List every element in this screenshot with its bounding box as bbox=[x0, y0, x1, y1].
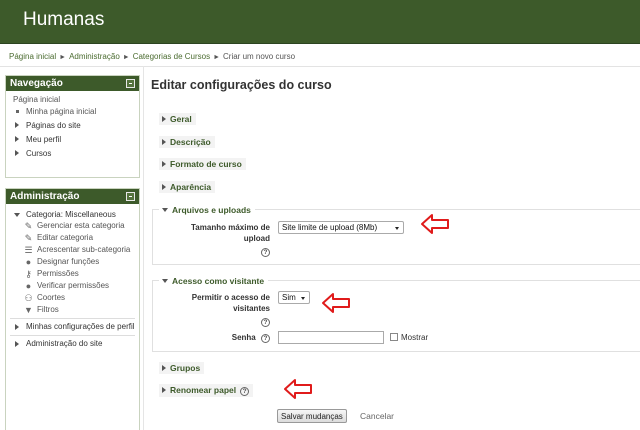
annotation-arrow-icon bbox=[322, 293, 350, 313]
section-geral[interactable]: Geral bbox=[159, 113, 196, 125]
expand-arrow-icon bbox=[162, 184, 166, 190]
guest-access-select[interactable]: Sim bbox=[278, 291, 310, 304]
admin-item-site-administration[interactable]: Administração do site bbox=[6, 339, 139, 349]
collapse-arrow-icon bbox=[162, 208, 168, 212]
breadcrumb-current: Criar um novo curso bbox=[223, 52, 296, 61]
guest-password-label: Senha ? bbox=[200, 332, 270, 343]
user-icon: ● bbox=[25, 257, 32, 267]
section-aparencia[interactable]: Aparência bbox=[159, 181, 216, 193]
site-header: Humanas bbox=[0, 0, 640, 44]
annotation-arrow-icon bbox=[421, 214, 449, 234]
admin-divider bbox=[10, 318, 135, 319]
expand-arrow-icon bbox=[162, 365, 166, 371]
admin-item-my-settings[interactable]: Minhas configurações de perfil bbox=[6, 322, 139, 332]
expand-arrow-icon bbox=[162, 116, 166, 122]
help-icon[interactable]: ? bbox=[261, 334, 270, 343]
minimize-icon[interactable] bbox=[126, 192, 135, 201]
upload-size-label: Tamanho máximo de upload ? bbox=[191, 223, 270, 257]
bullet-icon bbox=[16, 110, 19, 113]
expand-arrow-icon bbox=[15, 122, 19, 128]
minimize-icon[interactable] bbox=[126, 79, 135, 88]
expand-arrow-icon bbox=[15, 341, 19, 347]
expand-arrow-icon bbox=[15, 324, 19, 330]
collapse-arrow-icon bbox=[14, 213, 20, 217]
admin-item-edit-category[interactable]: ✎ Editar categoria bbox=[6, 233, 139, 243]
navigation-block-header: Navegação bbox=[6, 76, 139, 91]
help-icon[interactable]: ? bbox=[261, 318, 270, 327]
pencil-icon: ✎ bbox=[24, 221, 33, 231]
cancel-link[interactable]: Cancelar bbox=[360, 411, 394, 421]
collapse-arrow-icon bbox=[162, 279, 168, 283]
navigation-block: Navegação Página inicial Minha página in… bbox=[5, 75, 140, 178]
save-changes-button[interactable]: Salvar mudanças bbox=[277, 409, 347, 423]
guest-password-input[interactable] bbox=[278, 331, 384, 344]
group-icon: ⚇ bbox=[24, 293, 33, 303]
expand-arrow-icon bbox=[162, 387, 166, 393]
administration-block-header: Administração bbox=[6, 189, 139, 204]
admin-item-assign-roles[interactable]: ● Designar funções bbox=[6, 257, 139, 267]
admin-category-node[interactable]: Categoria: Miscellaneous bbox=[6, 208, 139, 221]
nav-item-my-profile[interactable]: Meu perfil bbox=[6, 133, 139, 147]
admin-item-add-subcategory[interactable]: ☰ Acrescentar sub-categoria bbox=[6, 245, 139, 255]
edit-icon: ✎ bbox=[24, 233, 33, 243]
expand-arrow-icon bbox=[15, 150, 19, 156]
expand-arrow-icon bbox=[162, 161, 166, 167]
filter-icon: ▼ bbox=[24, 305, 33, 315]
breadcrumb-separator-icon: ► bbox=[122, 54, 130, 61]
nav-item-site-pages[interactable]: Páginas do site bbox=[6, 119, 139, 133]
navigation-block-title: Navegação bbox=[10, 78, 63, 89]
expand-arrow-icon bbox=[162, 139, 166, 145]
show-password-checkbox[interactable] bbox=[390, 333, 398, 341]
help-icon[interactable]: ? bbox=[240, 387, 250, 396]
upload-size-select[interactable]: Site limite de upload (8Mb) bbox=[278, 221, 404, 234]
breadcrumb-divider bbox=[0, 66, 640, 67]
admin-item-filters[interactable]: ▼ Filtros bbox=[6, 305, 139, 315]
section-renomear-papel[interactable]: Renomear papel? bbox=[159, 384, 254, 397]
key-icon: ⚷ bbox=[25, 269, 32, 279]
nav-home-link[interactable]: Página inicial bbox=[6, 91, 139, 105]
administration-block-title: Administração bbox=[10, 191, 80, 202]
column-divider bbox=[143, 66, 144, 430]
site-title[interactable]: Humanas bbox=[23, 9, 104, 31]
user-check-icon: ● bbox=[25, 281, 32, 291]
breadcrumb: Página inicial ► Administração ► Categorias … bbox=[9, 52, 295, 61]
nav-item-my-home[interactable]: Minha página inicial bbox=[6, 105, 139, 119]
section-grupos[interactable]: Grupos bbox=[159, 362, 205, 374]
admin-item-cohorts[interactable]: ⚇ Coortes bbox=[6, 293, 139, 303]
section-formato-curso[interactable]: Formato de curso bbox=[159, 158, 246, 170]
expand-arrow-icon bbox=[15, 136, 19, 142]
show-password-label: Mostrar bbox=[401, 333, 429, 342]
annotation-arrow-icon bbox=[284, 379, 312, 399]
admin-item-permissions[interactable]: ⚷ Permissões bbox=[6, 269, 139, 279]
help-icon[interactable]: ? bbox=[261, 248, 270, 257]
list-icon: ☰ bbox=[24, 245, 33, 255]
admin-item-check-permissions[interactable]: ● Verificar permissões bbox=[6, 281, 139, 291]
page-title: Editar configurações do curso bbox=[151, 78, 332, 92]
breadcrumb-item[interactable]: Página inicial bbox=[9, 52, 56, 61]
breadcrumb-item[interactable]: Administração bbox=[69, 52, 120, 61]
admin-divider bbox=[10, 335, 135, 336]
breadcrumb-separator-icon: ► bbox=[59, 54, 67, 61]
section-descricao[interactable]: Descrição bbox=[159, 136, 215, 148]
nav-item-courses[interactable]: Cursos bbox=[6, 147, 139, 161]
breadcrumb-separator-icon: ► bbox=[213, 54, 221, 61]
guest-access-label: Permitir o acesso de visitantes ? bbox=[191, 293, 270, 327]
administration-block: Administração Categoria: Miscellaneous ✎… bbox=[5, 188, 140, 430]
admin-item-manage-category[interactable]: ✎ Gerenciar esta categoria bbox=[6, 221, 139, 231]
section-acesso-visitante[interactable]: Acesso como visitante bbox=[159, 275, 269, 287]
breadcrumb-item[interactable]: Categorias de Cursos bbox=[133, 52, 210, 61]
section-arquivos-uploads[interactable]: Arquivos e uploads bbox=[159, 204, 255, 216]
